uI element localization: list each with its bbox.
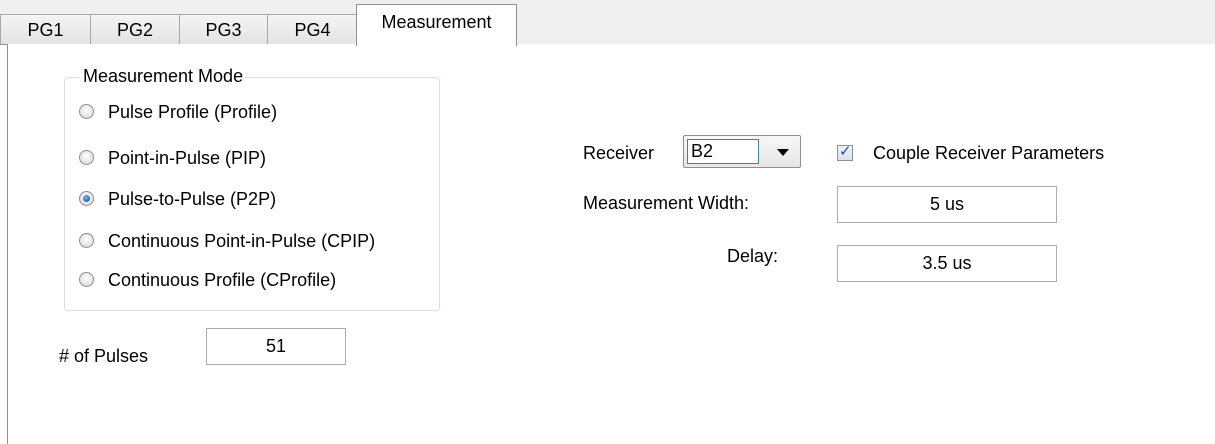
tab-pg4[interactable]: PG4 bbox=[267, 14, 358, 44]
radio-button-icon[interactable] bbox=[79, 103, 94, 119]
radio-label: Pulse-to-Pulse (P2P) bbox=[108, 189, 277, 209]
radio-button-icon[interactable] bbox=[79, 232, 94, 248]
tab-measurement[interactable]: Measurement bbox=[356, 4, 517, 46]
radio-label: Continuous Point-in-Pulse (CPIP) bbox=[108, 231, 376, 251]
tab-pg3[interactable]: PG3 bbox=[179, 14, 268, 44]
radio-label: Point-in-Pulse (PIP) bbox=[108, 148, 267, 168]
tab-pg2[interactable]: PG2 bbox=[90, 14, 180, 44]
pulses-input[interactable]: 51 bbox=[206, 328, 346, 365]
receiver-dropdown[interactable]: B2 bbox=[683, 135, 801, 168]
tab-pg1[interactable]: PG1 bbox=[0, 14, 91, 44]
chevron-down-icon[interactable] bbox=[777, 149, 789, 156]
radio-label: Continuous Profile (CProfile) bbox=[108, 270, 337, 290]
measurement-width-input[interactable]: 5 us bbox=[837, 186, 1057, 223]
radio-continuous-pip[interactable]: Continuous Point-in-Pulse (CPIP) bbox=[79, 229, 375, 253]
radio-button-icon[interactable] bbox=[79, 149, 94, 165]
radio-point-in-pulse[interactable]: Point-in-Pulse (PIP) bbox=[79, 146, 266, 170]
radio-label: Pulse Profile (Profile) bbox=[108, 102, 278, 122]
couple-receiver-label: Couple Receiver Parameters bbox=[873, 143, 1105, 163]
checkmark-icon: ✓ bbox=[839, 143, 852, 160]
delay-input[interactable]: 3.5 us bbox=[837, 245, 1057, 282]
receiver-label: Receiver bbox=[583, 143, 655, 163]
couple-receiver-checkbox[interactable]: ✓ bbox=[837, 143, 853, 161]
radio-button-selected-icon[interactable] bbox=[79, 190, 94, 206]
receiver-selected-value: B2 bbox=[687, 139, 759, 164]
radio-continuous-profile[interactable]: Continuous Profile (CProfile) bbox=[79, 268, 336, 292]
pulses-label: # of Pulses bbox=[59, 346, 149, 366]
radio-pulse-to-pulse[interactable]: Pulse-to-Pulse (P2P) bbox=[79, 187, 276, 211]
measurement-width-label: Measurement Width: bbox=[583, 193, 750, 213]
radio-button-icon[interactable] bbox=[79, 271, 94, 287]
delay-label: Delay: bbox=[727, 246, 779, 266]
radio-pulse-profile[interactable]: Pulse Profile (Profile) bbox=[79, 100, 277, 124]
measurement-mode-legend: Measurement Mode bbox=[80, 64, 247, 88]
